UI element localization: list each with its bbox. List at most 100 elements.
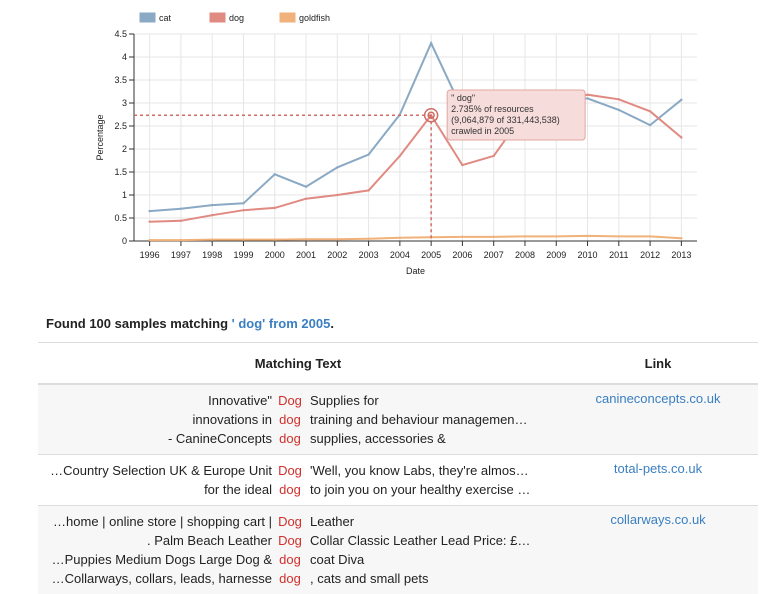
snippet-pre: …home | online store | shopping cart | — [38, 512, 272, 531]
snippet-keyword: Dog — [272, 512, 308, 531]
x-tick-label: 1996 — [140, 250, 160, 260]
table-row: …home | online store | shopping cart |Do… — [38, 506, 758, 594]
snippet-keyword: dog — [272, 480, 308, 499]
y-tick-label: 1 — [122, 190, 127, 200]
source-link[interactable]: canineconcepts.co.uk — [595, 391, 720, 406]
snippet-line: - CanineConceptsdogsupplies, accessories… — [38, 429, 558, 448]
x-tick-label: 1999 — [233, 250, 253, 260]
x-axis-label: Date — [406, 266, 425, 276]
snippet-line: Innovative"DogSupplies for — [38, 391, 558, 410]
data-point-cat — [211, 204, 213, 206]
table-header-row: Matching Text Link — [38, 343, 758, 385]
x-tick-label: 2012 — [640, 250, 660, 260]
header-link: Link — [558, 343, 758, 385]
series-line-cat — [150, 43, 682, 211]
data-point-dog — [586, 94, 588, 96]
matching-text-cell: Innovative"DogSupplies forinnovations in… — [38, 384, 558, 455]
source-link[interactable]: collarways.co.uk — [610, 512, 705, 527]
data-point-dog — [274, 207, 276, 209]
series-line-goldfish — [150, 236, 682, 240]
data-point-cat — [367, 153, 369, 155]
x-tick-label: 2009 — [546, 250, 566, 260]
snippet-keyword: Dog — [272, 391, 308, 410]
snippet-post: coat Diva — [308, 550, 558, 569]
y-tick-label: 0 — [122, 236, 127, 246]
results-summary: Found 100 samples matching ' dog' from 2… — [46, 316, 334, 331]
data-point-goldfish — [555, 235, 557, 237]
x-tick-label: 2006 — [452, 250, 472, 260]
y-tick-label: 4.5 — [114, 29, 127, 39]
y-tick-label: 0.5 — [114, 213, 127, 223]
x-tick-label: 2001 — [296, 250, 316, 260]
data-point-goldfish — [492, 236, 494, 238]
x-tick-label: 2010 — [578, 250, 598, 260]
snippet-post: Supplies for — [308, 391, 558, 410]
x-tick-label: 1997 — [171, 250, 191, 260]
header-matching-text: Matching Text — [38, 343, 558, 385]
summary-query: ' dog' from 2005 — [232, 316, 331, 331]
data-point-dog — [336, 194, 338, 196]
x-tick-label: 2011 — [609, 250, 628, 260]
y-tick-label: 2 — [122, 144, 127, 154]
snippet-post: Leather — [308, 512, 558, 531]
snippet-post: , cats and small pets — [308, 569, 558, 588]
snippet-post: 'Well, you know Labs, they're almos… — [308, 461, 558, 480]
data-point-goldfish — [586, 235, 588, 237]
data-point-cat — [430, 42, 432, 44]
data-point-goldfish — [618, 235, 620, 237]
snippet-line: …Collarways, collars, leads, harnessedog… — [38, 569, 558, 588]
series-line-dog — [150, 95, 682, 222]
data-point-cat — [180, 208, 182, 210]
snippet-post: supplies, accessories & — [308, 429, 558, 448]
data-point-goldfish — [274, 238, 276, 240]
data-point-dog — [492, 155, 494, 157]
table-row: …Country Selection UK & Europe UnitDog'W… — [38, 455, 758, 506]
x-tick-label: 2002 — [327, 250, 347, 260]
link-cell: total-pets.co.uk — [558, 455, 758, 506]
snippet-keyword: Dog — [272, 461, 308, 480]
snippet-keyword: Dog — [272, 531, 308, 550]
data-point-goldfish — [399, 237, 401, 239]
legend-label-dog: dog — [229, 13, 244, 23]
snippet-pre: …Puppies Medium Dogs Large Dog & — [38, 550, 272, 569]
data-point-dog — [649, 110, 651, 112]
samples-table: Matching Text Link Innovative"DogSupplie… — [38, 342, 758, 594]
snippet-pre: …Country Selection UK & Europe Unit — [38, 461, 272, 480]
data-point-dog — [242, 209, 244, 211]
data-point-cat — [274, 173, 276, 175]
data-point-cat — [148, 210, 150, 212]
data-point-dog — [367, 189, 369, 191]
source-link[interactable]: total-pets.co.uk — [614, 461, 702, 476]
x-tick-label: 2003 — [359, 250, 379, 260]
snippet-keyword: dog — [272, 429, 308, 448]
y-tick-label: 3 — [122, 98, 127, 108]
snippet-line: innovations indogtraining and behaviour … — [38, 410, 558, 429]
y-tick-label: 3.5 — [114, 75, 127, 85]
data-point-goldfish — [305, 238, 307, 240]
x-tick-label: 2004 — [390, 250, 410, 260]
data-point-goldfish — [680, 237, 682, 239]
snippet-pre: innovations in — [38, 410, 272, 429]
snippet-pre: …Collarways, collars, leads, harnesse — [38, 569, 272, 588]
snippet-keyword: dog — [272, 550, 308, 569]
legend-label-cat: cat — [159, 13, 172, 23]
data-point-cat — [680, 99, 682, 101]
x-tick-label: 2000 — [265, 250, 285, 260]
snippet-pre: Innovative" — [38, 391, 272, 410]
data-point-cat — [586, 97, 588, 99]
matching-text-cell: …Country Selection UK & Europe UnitDog'W… — [38, 455, 558, 506]
data-point-goldfish — [242, 238, 244, 240]
link-cell: canineconcepts.co.uk — [558, 384, 758, 455]
data-point-dog — [180, 220, 182, 222]
data-point-cat — [649, 124, 651, 126]
snippet-line: …home | online store | shopping cart |Do… — [38, 512, 558, 531]
legend-swatch-dog — [210, 13, 225, 22]
data-point-dog — [148, 220, 150, 222]
tooltip-line: crawled in 2005 — [451, 126, 514, 136]
tooltip-line: " dog" — [451, 93, 475, 103]
data-point-goldfish — [461, 236, 463, 238]
tooltip-line: 2.735% of resources — [451, 104, 534, 114]
data-point-dog — [211, 214, 213, 216]
x-tick-label: 2013 — [671, 250, 691, 260]
link-cell: collarways.co.uk — [558, 506, 758, 594]
